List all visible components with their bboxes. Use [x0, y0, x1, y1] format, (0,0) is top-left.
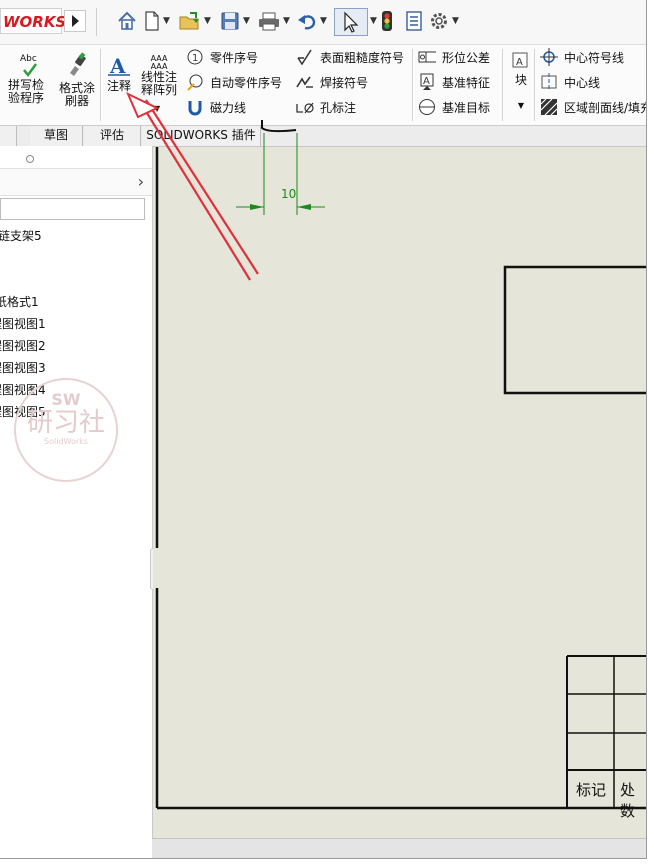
dimension-value[interactable]: 10	[281, 187, 296, 201]
title-block-count-label: 处数	[620, 781, 636, 820]
title-block-mark-label: 标记	[576, 781, 607, 799]
dimension-callout[interactable]	[236, 133, 325, 215]
callout-arrow	[126, 91, 259, 281]
solidworks-window: WORKS ▼ ▼ ▼ ▼ ▼ ▼ ▼ Abc 拼写检 验程序 格式涂 刷器 A…	[0, 0, 647, 859]
drawing-overlay	[126, 91, 646, 810]
canvas-status-strip	[152, 838, 646, 858]
